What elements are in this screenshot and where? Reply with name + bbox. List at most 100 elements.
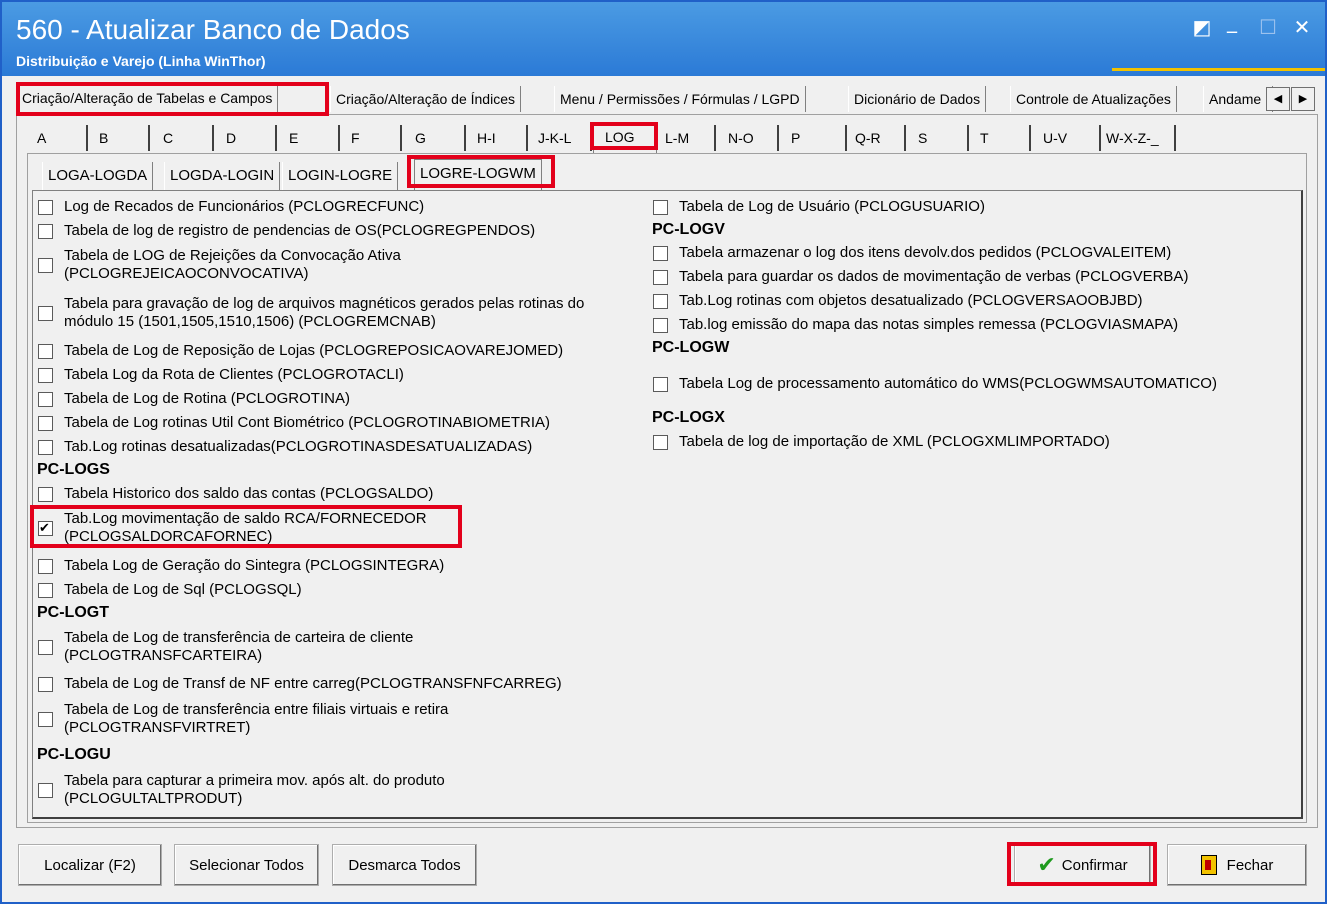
checkbox[interactable] — [38, 223, 53, 239]
tab-criacao-tabelas-campos[interactable]: Criação/Alteração de Tabelas e Campos — [16, 84, 279, 115]
list-item[interactable]: Tabela de log de importação de XML (PCLO… — [653, 433, 1110, 451]
list-item[interactable]: Tabela para guardar os dados de moviment… — [653, 268, 1188, 286]
list-item[interactable]: Tabela Log de processamento automático d… — [653, 375, 1217, 393]
checkbox[interactable] — [38, 782, 53, 798]
list-item[interactable]: Tabela de Log de Sql (PCLOGSQL) — [38, 581, 302, 599]
checkbox[interactable] — [38, 711, 53, 727]
list-item[interactable]: Tab.Log movimentação de saldo RCA/FORNEC… — [38, 510, 427, 546]
checkbox[interactable] — [38, 486, 53, 502]
list-item[interactable]: Log de Recados de Funcionários (PCLOGREC… — [38, 198, 424, 216]
title-bar: 560 - Atualizar Banco de Dados Distribui… — [2, 2, 1325, 76]
list-item[interactable]: Tabela de Log de Transf de NF entre carr… — [38, 675, 562, 693]
minimize-icon[interactable]: _ — [1218, 8, 1246, 34]
checkbox[interactable] — [38, 676, 53, 692]
tab-menu-permissoes[interactable]: Menu / Permissões / Fórmulas / LGPD — [554, 86, 806, 112]
group-heading-pc-logs: PC-LOGS — [37, 461, 110, 478]
tab-letter-b[interactable]: B — [93, 125, 150, 151]
tab-criacao-indices[interactable]: Criação/Alteração de Índices — [330, 86, 521, 112]
checkbox[interactable] — [38, 439, 53, 455]
checkbox[interactable] — [653, 245, 668, 261]
tab-letter-q-r[interactable]: Q-R — [849, 125, 906, 151]
restore-icon[interactable]: ◩ — [1188, 14, 1216, 40]
tab-letter-n-o[interactable]: N-O — [722, 125, 779, 151]
group-heading-pc-logw: PC-LOGW — [652, 339, 730, 356]
list-item[interactable]: Tabela de log de registro de pendencias … — [38, 222, 535, 240]
window-title: 560 - Atualizar Banco de Dados — [16, 14, 410, 45]
tab-letter-l-m[interactable]: L-M — [659, 125, 716, 151]
checkbox[interactable] — [653, 269, 668, 285]
confirmar-button[interactable]: ✔ Confirmar — [1014, 844, 1151, 886]
tab-letter-u-v[interactable]: U-V — [1037, 125, 1101, 151]
tab-letter-p[interactable]: P — [785, 125, 847, 151]
tab-logda-login[interactable]: LOGDA-LOGIN — [164, 162, 281, 190]
checkbox[interactable] — [38, 391, 53, 407]
list-item[interactable]: Tabela Historico dos saldo das contas (P… — [38, 485, 433, 503]
tab-login-logre[interactable]: LOGIN-LOGRE — [282, 162, 399, 190]
checkbox[interactable] — [653, 317, 668, 333]
tab-letter-d[interactable]: D — [220, 125, 277, 151]
tab-scroll-right-icon[interactable]: ▶ — [1291, 87, 1315, 111]
tab-letter-log[interactable]: LOG — [593, 123, 657, 153]
tab-letter-e[interactable]: E — [283, 125, 340, 151]
list-item[interactable]: Tabela armazenar o log dos itens devolv.… — [653, 244, 1171, 262]
maximize-icon[interactable]: ☐ — [1254, 14, 1282, 40]
checkbox[interactable] — [653, 293, 668, 309]
tab-letter-f[interactable]: F — [345, 125, 402, 151]
fechar-button[interactable]: Fechar — [1167, 844, 1307, 886]
tab-logre-logwm[interactable]: LOGRE-LOGWM — [414, 159, 542, 190]
tab-andamento[interactable]: Andame — [1203, 86, 1273, 112]
tab-dicionario[interactable]: Dicionário de Dados — [848, 86, 987, 112]
list-item[interactable]: Tabela de Log de Usuário (PCLOGUSUARIO) — [653, 198, 985, 216]
tab-panel-log: LOGA-LOGDA LOGDA-LOGIN LOGIN-LOGRE LOGRE… — [27, 153, 1307, 823]
tab-controle-atualizacoes[interactable]: Controle de Atualizações — [1010, 86, 1177, 112]
group-heading-pc-logv: PC-LOGV — [652, 221, 725, 238]
tab-letter-w-x-z[interactable]: W-X-Z-_ — [1100, 125, 1176, 151]
group-heading-pc-logu: PC-LOGU — [37, 746, 111, 763]
check-icon: ✔ — [1037, 852, 1056, 877]
list-item[interactable]: Tabela de Log rotinas Util Cont Biométri… — [38, 414, 550, 432]
checkbox[interactable] — [38, 257, 53, 273]
checkbox[interactable] — [38, 415, 53, 431]
checkbox[interactable] — [38, 367, 53, 383]
group-heading-pc-logt: PC-LOGT — [37, 604, 109, 621]
list-item[interactable]: Tabela de Log de transferência entre fil… — [38, 701, 448, 737]
list-item[interactable]: Tab.log emissão do mapa das notas simple… — [653, 316, 1178, 334]
list-item[interactable]: Tabela Log de Geração do Sintegra (PCLOG… — [38, 557, 444, 575]
checkbox[interactable] — [38, 582, 53, 598]
desmarca-todos-button[interactable]: Desmarca Todos — [332, 844, 477, 886]
checkbox[interactable] — [38, 558, 53, 574]
selecionar-todos-button[interactable]: Selecionar Todos — [174, 844, 319, 886]
checkbox[interactable] — [38, 343, 53, 359]
tab-letter-h-i[interactable]: H-I — [471, 125, 528, 151]
list-item[interactable]: Tabela Log da Rota de Clientes (PCLOGROT… — [38, 366, 404, 384]
checkbox[interactable] — [38, 305, 53, 321]
tab-scroll-left-icon[interactable]: ◀ — [1266, 87, 1290, 111]
checkbox[interactable] — [653, 434, 668, 450]
list-item[interactable]: Tabela de Log de Reposição de Lojas (PCL… — [38, 342, 563, 360]
tab-letter-g[interactable]: G — [409, 125, 466, 151]
list-item[interactable]: Tabela para capturar a primeira mov. apó… — [38, 772, 445, 808]
list-item[interactable]: Tab.Log rotinas com objetos desatualizad… — [653, 292, 1143, 310]
list-item[interactable]: Tab.Log rotinas desatualizadas(PCLOGROTI… — [38, 438, 532, 456]
checkbox[interactable] — [38, 639, 53, 655]
close-icon[interactable]: ✕ — [1288, 14, 1316, 40]
tab-letter-a[interactable]: A — [31, 125, 88, 151]
group-heading-pc-logx: PC-LOGX — [652, 409, 725, 426]
list-item[interactable]: Tabela para gravação de log de arquivos … — [38, 295, 584, 331]
tab-letter-s[interactable]: S — [912, 125, 969, 151]
tab-panel-tabelas: A B C D E F G H-I J-K-L LOG L-M N-O P Q-… — [16, 114, 1318, 828]
tab-scroll-arrows: ◀ ▶ — [1266, 87, 1316, 111]
list-item[interactable]: Tabela de Log de transferência de cartei… — [38, 629, 413, 665]
list-item[interactable]: Tabela de Log de Rotina (PCLOGROTINA) — [38, 390, 350, 408]
checkbox[interactable] — [653, 199, 668, 215]
title-accent-line — [1112, 68, 1325, 71]
tab-loga-logda[interactable]: LOGA-LOGDA — [42, 162, 154, 190]
tab-letter-t[interactable]: T — [974, 125, 1031, 151]
localizar-button[interactable]: Localizar (F2) — [18, 844, 162, 886]
checkbox-checked[interactable] — [38, 519, 53, 537]
checkbox[interactable] — [653, 376, 668, 392]
list-item[interactable]: Tabela de LOG de Rejeições da Convocação… — [38, 247, 401, 283]
checkbox[interactable] — [38, 199, 53, 215]
tab-letter-j-k-l[interactable]: J-K-L — [532, 125, 592, 151]
tab-letter-c[interactable]: C — [157, 125, 214, 151]
